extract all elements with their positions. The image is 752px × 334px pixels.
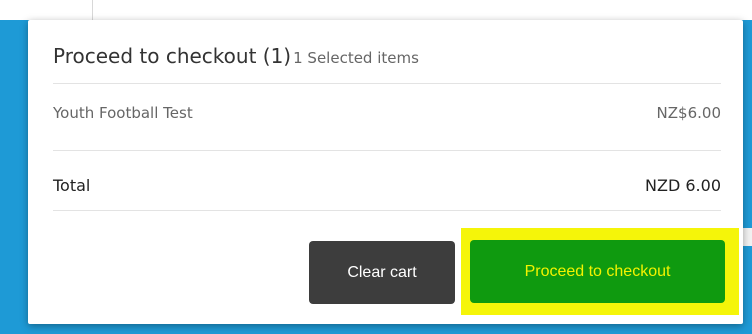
checkout-panel: Proceed to checkout (1) 1 Selected items… [28, 20, 743, 324]
total-label: Total [53, 176, 91, 195]
background-divider [92, 0, 93, 20]
item-divider [53, 150, 721, 151]
header-divider [53, 83, 721, 84]
cart-item-name: Youth Football Test [53, 104, 193, 122]
cart-item-row: Youth Football Test NZ$6.00 [53, 104, 721, 122]
panel-title: Proceed to checkout (1) [53, 44, 292, 68]
clear-cart-button[interactable]: Clear cart [309, 241, 455, 304]
panel-header: Proceed to checkout (1) 1 Selected items [53, 44, 723, 68]
total-row: Total NZD 6.00 [53, 176, 721, 195]
page-background: Proceed to checkout (1) 1 Selected items… [0, 0, 752, 334]
selected-items-count: 1 Selected items [293, 49, 419, 67]
proceed-to-checkout-button[interactable]: Proceed to checkout [470, 240, 725, 303]
background-page-strip [0, 0, 752, 20]
total-divider [53, 210, 721, 211]
total-value: NZD 6.00 [645, 176, 721, 195]
cart-item-price: NZ$6.00 [656, 104, 721, 122]
